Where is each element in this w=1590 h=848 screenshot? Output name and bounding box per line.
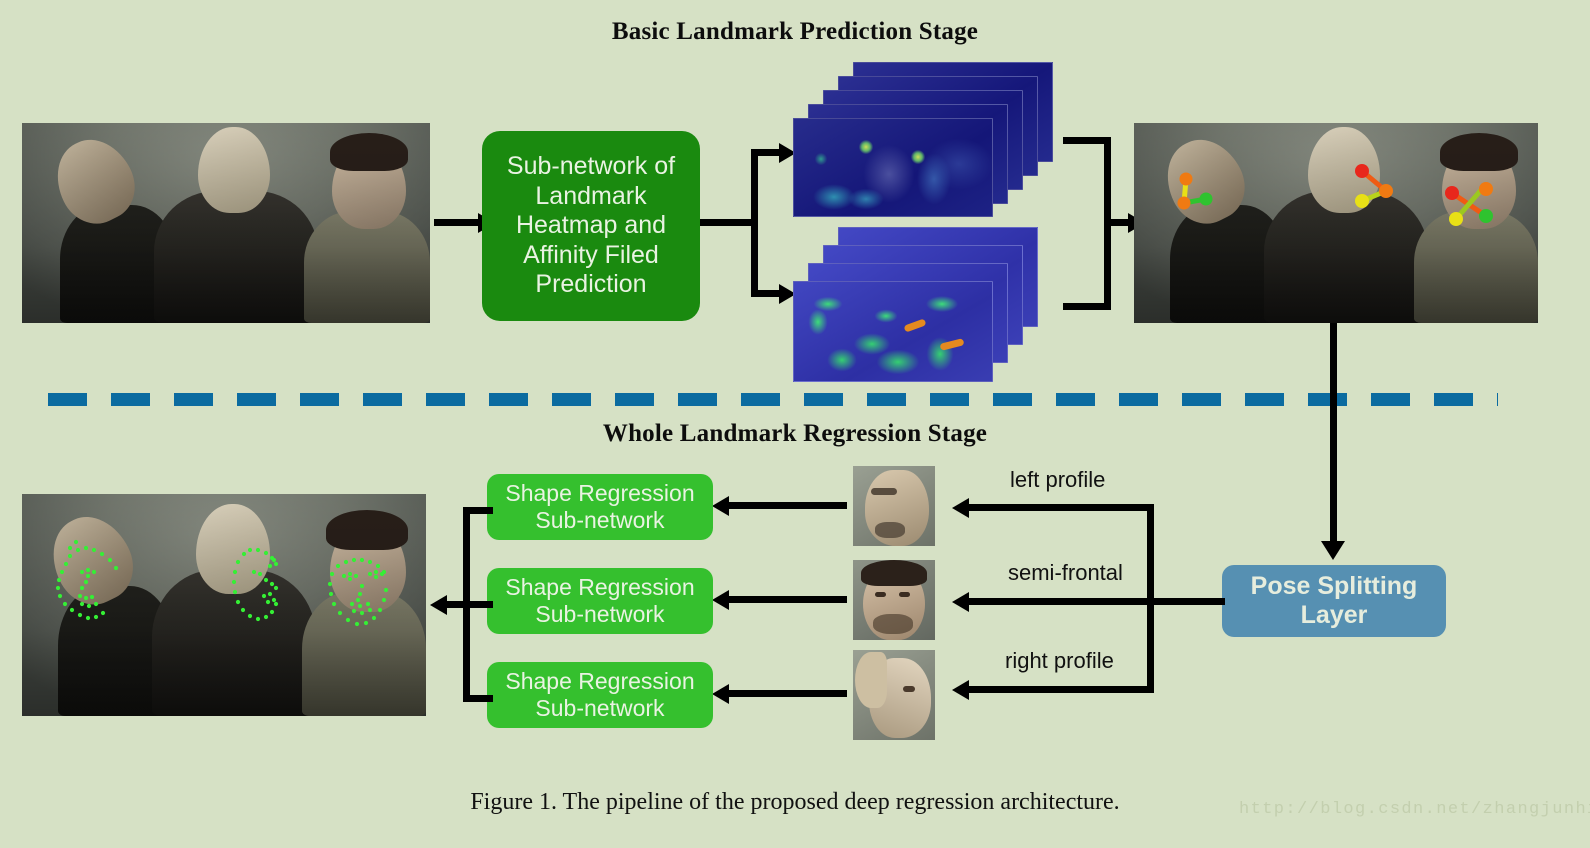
dense-landmark-overlay: [55, 539, 389, 627]
srn-semi-line-1: Shape Regression: [505, 573, 695, 600]
basic-landmark-result-photo: [1134, 123, 1538, 323]
arrow-crop-left-head: [712, 496, 729, 516]
subnetwork-box[interactable]: Sub-network of Landmark Heatmap and Affi…: [482, 131, 700, 321]
srn-semi-line-2: Sub-network: [535, 601, 665, 627]
crop-left-beard: [875, 522, 905, 538]
shape-regression-box-semi[interactable]: Shape Regression Sub-network: [487, 568, 713, 634]
srn-left-label: Shape Regression Sub-network: [505, 480, 694, 534]
crop-semi-beard: [873, 614, 913, 634]
crop-left-profile: [853, 466, 935, 546]
arrow-crop-right-line: [727, 690, 847, 697]
stage-divider: [48, 393, 1498, 406]
pose-line-2: Layer: [1300, 601, 1368, 629]
pose-splitting-layer-box[interactable]: Pose Splitting Layer: [1222, 565, 1446, 637]
basic-landmark-overlay: [1177, 164, 1493, 226]
subnetwork-line-2: Landmark: [535, 181, 647, 210]
fork-stem: [700, 219, 758, 226]
srn-left-line-2: Sub-network: [535, 507, 665, 533]
affinity-card-1: [793, 281, 993, 382]
whole-stage-title: Whole Landmark Regression Stage: [602, 420, 988, 447]
branch-semi-frontal-head: [952, 592, 969, 612]
final-result-photo: [22, 494, 426, 716]
branch-left-profile-head: [952, 498, 969, 518]
srn-semi-label: Shape Regression Sub-network: [505, 574, 694, 628]
arrow-crop-right-head: [712, 684, 729, 704]
pose-out-stem: [1147, 598, 1225, 605]
srn-left-line-1: Shape Regression: [505, 479, 695, 506]
label-left-profile: left profile: [1010, 467, 1106, 492]
crop-semi-hair: [861, 560, 927, 586]
shape-regression-box-right[interactable]: Shape Regression Sub-network: [487, 662, 713, 728]
arrow-crop-left-line: [727, 502, 847, 509]
subnetwork-line-1: Sub-network of: [506, 152, 676, 181]
branch-semi-frontal-line: [968, 598, 1154, 605]
crop-right-profile: [853, 650, 935, 740]
basic-stage-title: Basic Landmark Prediction Stage: [611, 18, 979, 45]
srn-merge-stem: [447, 601, 493, 608]
label-right-profile: right profile: [1005, 648, 1114, 673]
srn-merge-arrow-head: [430, 595, 447, 615]
arrow-result-to-pose-head: [1321, 541, 1345, 560]
srn-right-line-2: Sub-network: [535, 695, 665, 721]
crop-left-brow: [871, 488, 897, 495]
pose-line-1: Pose Splitting: [1250, 571, 1418, 600]
shape-regression-box-left[interactable]: Shape Regression Sub-network: [487, 474, 713, 540]
subnetwork-line-3: Heatmap and: [515, 211, 667, 240]
heatmap-card-1: [793, 118, 993, 217]
fork-vertical: [751, 149, 758, 297]
arrow-input-to-subnetwork-line: [434, 219, 482, 226]
heatmap-stack: [793, 62, 1053, 217]
arrow-crop-semi-head: [712, 590, 729, 610]
input-photo: [22, 123, 430, 323]
branch-right-profile-line: [968, 686, 1154, 693]
crop-right-hair: [855, 652, 887, 708]
branch-left-profile-line: [968, 504, 1154, 511]
affinity-stack: [793, 227, 1053, 382]
watermark-text: http://blog.csdn.net/zhangjunhit: [1239, 800, 1590, 819]
crop-semi-eye-r: [899, 592, 910, 597]
srn-right-line-1: Shape Regression: [505, 667, 695, 694]
crop-right-eye: [903, 686, 915, 692]
branch-right-profile-head: [952, 680, 969, 700]
subnetwork-line-5: Prediction: [535, 270, 647, 299]
crop-semi-frontal: [853, 560, 935, 640]
subnetwork-line-4: Affinity Filed: [523, 240, 659, 269]
arrow-result-to-pose-line: [1330, 323, 1337, 546]
label-semi-frontal: semi-frontal: [1008, 560, 1123, 585]
photo-vignette: [22, 123, 430, 323]
subnetwork-box-label: Sub-network of Landmark Heatmap and Affi…: [507, 152, 675, 300]
crop-semi-eye-l: [875, 592, 886, 597]
srn-right-label: Shape Regression Sub-network: [505, 668, 694, 722]
pose-splitting-label: Pose Splitting Layer: [1251, 572, 1418, 631]
heatmap-activation-map: [794, 119, 992, 216]
affinity-activation-map: [794, 282, 992, 381]
arrow-crop-semi-line: [727, 596, 847, 603]
